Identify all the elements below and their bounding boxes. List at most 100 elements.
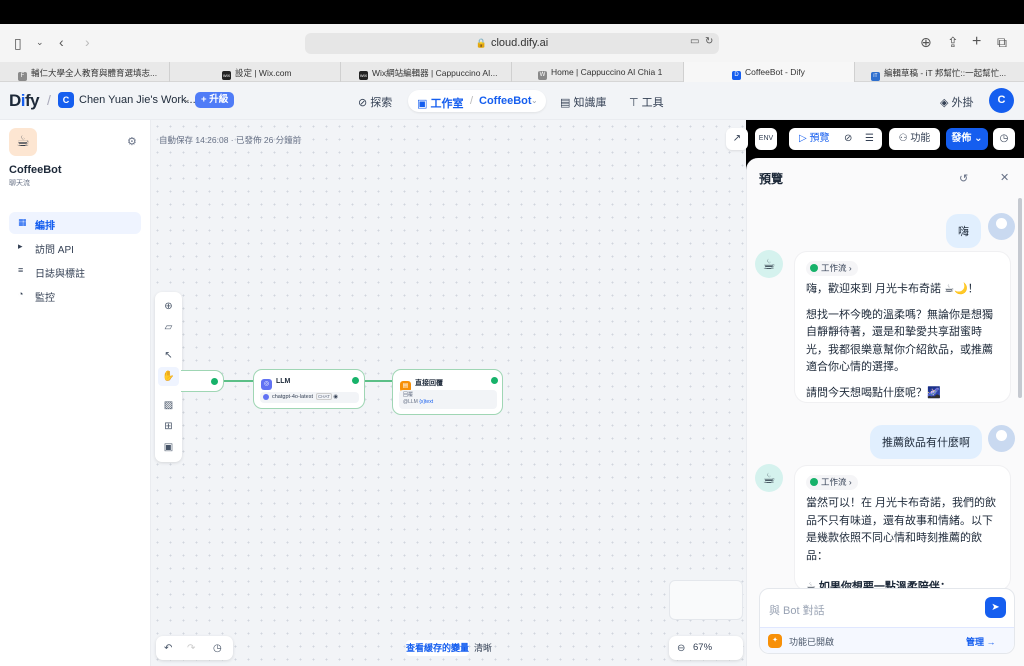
browser-tab[interactable]: iT 編輯草稿 - iT 邦幫忙::一起幫忙...	[855, 62, 1024, 82]
layout-icon: ▦	[18, 217, 27, 227]
app-name: CoffeeBot	[9, 164, 62, 176]
history-icon[interactable]: ◷	[213, 643, 222, 654]
zoom-out-icon[interactable]: ⊖	[677, 643, 685, 654]
bot-message: 工作流 › 嗨，歡迎來到 月光卡布奇諾 ☕🌙！ 想找一杯今晚的溫柔嗎？無論你是想…	[795, 252, 1010, 402]
tab-label: 設定 | Wix.com	[235, 68, 292, 78]
workflow-tag[interactable]: 工作流 ›	[806, 261, 858, 276]
tab-label: 輔仁大學全人教育與體育選填志...	[31, 68, 158, 78]
sidebar-item-monitor[interactable]: ◔ 監控	[9, 284, 141, 306]
share-icon[interactable]: ⇪	[947, 35, 959, 49]
close-icon[interactable]: ✕	[1000, 171, 1009, 184]
user-avatar[interactable]: C	[989, 88, 1014, 113]
version-history-icon[interactable]: ◷	[993, 128, 1015, 150]
zoom-control[interactable]: ⊖ 67%	[669, 636, 743, 660]
add-note-icon[interactable]: ▱	[158, 318, 179, 337]
chevron-down-icon[interactable]: ⌄	[183, 94, 191, 105]
model-chip[interactable]: chatgpt-4o-latest CHAT ◉	[260, 392, 359, 403]
workspace-name[interactable]: Chen Yuan Jie's Work...	[79, 94, 196, 106]
llm-node[interactable]: ◎ LLM chatgpt-4o-latest CHAT ◉	[253, 369, 365, 409]
address-bar[interactable]: 🔒 cloud.dify.ai ▭ ↻	[305, 33, 719, 54]
start-node[interactable]	[181, 370, 224, 392]
nav-explore[interactable]: ⊘ 探索	[358, 94, 392, 110]
nav-tools[interactable]: ⊤ 工具	[629, 94, 664, 110]
chevron-down-icon[interactable]: ⌄	[531, 96, 538, 105]
tab-overview-icon[interactable]: ⧉	[997, 35, 1007, 49]
book-icon: ▤	[560, 97, 571, 109]
sidebar-item-orchestrate[interactable]: ▦ 編排	[9, 212, 141, 234]
chevron-down-icon[interactable]: ⌄	[36, 38, 44, 47]
features-button[interactable]: ⚇ 功能	[889, 128, 940, 150]
history-controls: ↶ ↷ ◷	[156, 636, 233, 660]
workspace-avatar[interactable]: C	[58, 92, 74, 108]
reply-variable: 回覆 @LLM {x}text	[399, 390, 497, 409]
hand-icon[interactable]: ✋	[158, 367, 179, 386]
add-node-icon[interactable]: ⊕	[158, 297, 179, 316]
browser-tab[interactable]: F 輔仁大學全人教育與體育選填志...	[0, 62, 170, 82]
reset-icon[interactable]: ↺	[959, 172, 968, 185]
message-paragraph: 請問今天想喝點什麼呢？🌌	[806, 386, 941, 399]
workflow-canvas[interactable]: 自動保存 14:26:08 · 已發佈 26 分鐘前 ⊕ ▱ ↖ ✋ ▨ ⊞ ▣…	[151, 120, 746, 666]
app-type: 聊天流	[9, 180, 30, 187]
robot-icon: ▣	[417, 98, 428, 110]
view-cached-variables-button[interactable]: 查看緩存的變量	[406, 640, 469, 656]
organize-icon[interactable]: ⊞	[158, 417, 179, 436]
answer-node[interactable]: ▤ 直接回覆 回覆 @LLM {x}text	[392, 369, 503, 415]
app-sidebar: ☕ ⚙ CoffeeBot 聊天流 ▦ 編排 ▸ 訪問 API ≡ 日誌與標註 ◔ 監控	[0, 120, 151, 666]
new-tab-icon[interactable]: +	[972, 34, 981, 50]
features-bar: ✦ 功能已開啟 管理 →	[760, 627, 1014, 653]
tab-label: CoffeeBot - Dify	[745, 67, 805, 77]
chat-input[interactable]: 與 Bot 對話	[769, 602, 825, 618]
run-history-icon[interactable]: ☰	[865, 128, 874, 150]
browser-tab[interactable]: W Home | Cappuccino AI Chia 1	[512, 62, 684, 82]
success-icon	[810, 264, 818, 272]
export-image-icon[interactable]: ▨	[158, 396, 179, 415]
logs-icon: ≡	[18, 265, 24, 275]
browser-tab-active[interactable]: D CoffeeBot - Dify	[684, 62, 855, 82]
bot-avatar: ☕	[755, 464, 783, 492]
sidebar-toggle-icon[interactable]: ▯	[14, 36, 22, 50]
share-icon[interactable]: ↗	[726, 128, 748, 150]
nav-studio[interactable]: ▣ 工作室 / CoffeeBot ⌄	[408, 90, 546, 112]
user-message: 嗨	[946, 214, 981, 248]
sidebar-item-api[interactable]: ▸ 訪問 API	[9, 236, 141, 258]
edge	[224, 380, 254, 382]
llm-node-title: LLM	[276, 378, 291, 385]
redo-icon[interactable]: ↷	[187, 643, 195, 654]
browser-tab[interactable]: WiX 設定 | Wix.com	[170, 62, 341, 82]
settings-icon[interactable]: ⚙	[127, 135, 137, 148]
user-avatar	[988, 213, 1015, 240]
dify-logo[interactable]: Dify	[9, 91, 40, 111]
play-icon: ▷	[799, 133, 807, 144]
minimap[interactable]	[669, 580, 743, 620]
pointer-icon[interactable]: ↖	[158, 346, 179, 365]
reader-icon[interactable]: ▭	[690, 37, 699, 47]
download-icon[interactable]: ⊕	[920, 35, 932, 49]
sidebar-item-logs[interactable]: ≡ 日誌與標註	[9, 260, 141, 282]
checklist-icon[interactable]: ⊘	[844, 128, 852, 150]
back-icon[interactable]: ‹	[59, 35, 64, 49]
minimap-toggle-icon[interactable]: ▣	[158, 438, 179, 457]
plugin-button[interactable]: ◈ 外掛	[940, 94, 974, 110]
reload-icon[interactable]: ↻	[705, 37, 713, 47]
clear-button[interactable]: 清晰	[474, 640, 492, 656]
nav-knowledge[interactable]: ▤ 知識庫	[560, 94, 606, 110]
features-icon: ⚇	[898, 133, 908, 144]
openai-icon	[263, 394, 269, 400]
tab-favicon: D	[732, 71, 741, 80]
preview-button[interactable]: ▷ 預覽	[799, 133, 829, 144]
manage-button[interactable]: 管理 →	[966, 635, 996, 648]
send-button[interactable]: ➤	[985, 597, 1006, 618]
forward-icon[interactable]: ›	[85, 35, 90, 49]
llm-icon: ◎	[261, 379, 272, 390]
app-switcher[interactable]: CoffeeBot	[479, 95, 532, 107]
browser-tab[interactable]: WiX Wix網站編輯器 | Cappuccino AI...	[341, 62, 512, 82]
tab-favicon: iT	[871, 72, 880, 81]
scrollbar[interactable]	[1018, 198, 1022, 398]
undo-icon[interactable]: ↶	[164, 643, 172, 654]
success-icon	[491, 377, 498, 384]
env-variables-icon[interactable]: ENV	[755, 128, 777, 150]
workflow-tag[interactable]: 工作流 ›	[806, 475, 858, 490]
publish-button[interactable]: 發佈 ⌄	[946, 128, 988, 150]
chat-input-area[interactable]: 與 Bot 對話 ➤ ✦ 功能已開啟 管理 →	[759, 588, 1015, 654]
upgrade-button[interactable]: + 升級	[195, 92, 235, 108]
